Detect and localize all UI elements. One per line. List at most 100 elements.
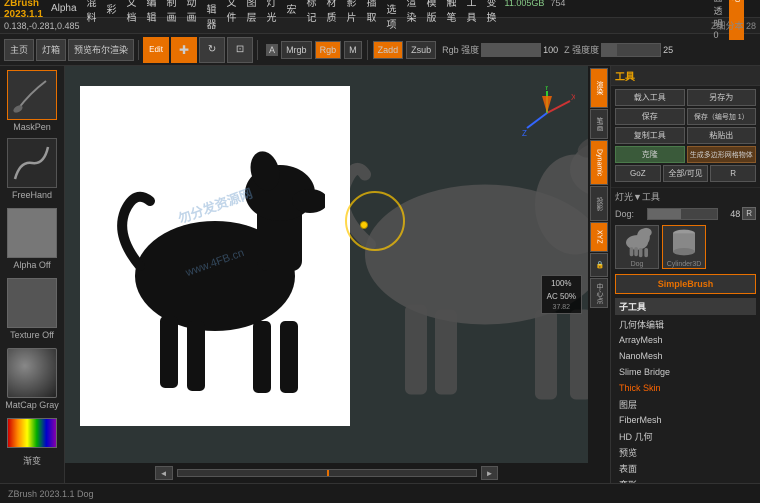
top-bar-item[interactable]: 图层 [245,0,259,24]
top-bar-item[interactable]: 触笔 [445,0,459,24]
zoom-50-btn[interactable]: AC 50% [546,291,577,302]
zadd-btn[interactable]: Zadd [373,41,404,59]
quicksave-btn[interactable]: QuickSave [664,0,708,40]
mrgb-btn[interactable]: Mrgb [281,41,312,59]
save-btn[interactable]: 保存 [615,108,685,125]
center-side-btn[interactable]: 中心点 [590,278,608,308]
top-bar-item[interactable]: 变换 [485,0,499,24]
hd-geo-item[interactable]: HD 几何 [615,428,756,444]
rgb-btn[interactable]: Rgb [315,41,342,59]
top-bar-item[interactable]: 模版 [425,0,439,24]
preview-item[interactable]: 预览 [615,444,756,460]
brush-label: MaskPen [13,122,51,132]
top-bar-item[interactable]: 灯光 [265,0,279,24]
generate-mesh-btn[interactable]: 生成多边形网格物体 [687,146,757,163]
lightbox-tab[interactable]: 灯箱 [36,39,66,61]
nano-mesh-item[interactable]: NanoMesh [615,348,756,364]
edit-icon[interactable]: Edit [143,37,169,63]
separator2 [257,40,258,60]
sep3 [367,40,368,60]
all-visible-btn[interactable]: 全部/可见 [663,165,709,182]
layers-item[interactable]: 图层 [615,396,756,412]
top-bar-item[interactable]: 宏 [285,1,299,16]
top-bar-item[interactable]: 编辑 [145,0,159,24]
stroke-side-btn[interactable]: 笔画 [590,109,608,139]
viewport-gizmo: X Y Z [520,86,575,141]
status-bar: ZBrush 2023.1.1 Dog [0,483,760,503]
cylinder-tool-thumb[interactable]: Cylinder3D [662,225,706,269]
stroke-selector[interactable]: FreeHand [3,138,61,200]
svg-text:Z: Z [522,129,527,138]
projection-side-btn[interactable]: 投影 [590,186,608,221]
timeline-bar[interactable] [177,469,477,477]
alpha-selector[interactable]: Alpha Off [3,208,61,270]
m-btn[interactable]: M [344,41,362,59]
center-viewport[interactable]: 勿分发资源网 www.4FB.cn [65,66,610,483]
stroke-preview[interactable] [7,138,57,188]
save-numbered-btn[interactable]: 保存（编号加 1） [687,108,757,125]
rgb-intensity-slider[interactable] [481,43,541,57]
zoom-100-btn[interactable]: 100% [546,278,577,289]
top-bar-item[interactable]: 编辑器 [205,0,219,31]
fiber-mesh-item[interactable]: FiberMesh [615,412,756,428]
scale-icon[interactable]: ⊡ [227,37,253,63]
save-as-btn[interactable]: 另存为 [687,89,757,106]
clone-btn[interactable]: 克隆 [615,146,685,163]
geo-edit-item[interactable]: 几何体编辑 [615,316,756,332]
r-btn-slider[interactable]: R [742,207,756,220]
dog-label: Dog: [615,209,645,219]
goz-btn[interactable]: GoZ [615,165,661,182]
subtool-header[interactable]: 子工具 [615,298,756,315]
zoom-indicator[interactable]: 100% AC 50% 37.82 [541,275,582,314]
thick-skin-item[interactable]: Thick Skin [615,380,756,396]
brush-preview[interactable] [7,70,57,120]
top-bar-item[interactable]: 彩 [105,1,119,16]
xyz-side-btn[interactable]: XYZ [590,222,608,252]
vp-btn-2[interactable]: ► [481,466,499,480]
dog-tool-thumb[interactable]: Dog [615,225,659,269]
top-bar-item[interactable]: 插取 [365,0,379,24]
top-bar-item[interactable]: 文档 [125,0,139,24]
preview-render-tab[interactable]: 预览布尔渲染 [68,39,134,61]
top-bar-item[interactable]: 文件 [225,0,239,24]
top-bar-item[interactable]: 标记 [305,0,319,24]
array-mesh-item[interactable]: ArrayMesh [615,332,756,348]
top-bar-item[interactable]: 混料 [85,0,99,24]
home-tab[interactable]: 主页 [4,39,34,61]
top-bar-item[interactable]: 渲染 [405,0,419,24]
deformation-item[interactable]: 变形 [615,476,756,483]
svg-text:X: X [571,93,575,102]
zsub-btn[interactable]: Zsub [406,41,436,59]
top-bar-item[interactable]: 制画 [165,0,179,24]
brush-selector[interactable]: MaskPen [3,70,61,132]
import-tool-btn[interactable]: 载入工具 [615,89,685,106]
matcap-preview[interactable] [7,348,57,398]
texture-preview[interactable] [7,278,57,328]
paste-tool-btn[interactable]: 粘贴出 [687,127,757,144]
matcap-selector[interactable]: MatCap Gray [3,348,61,410]
z-intensity-slider[interactable] [601,43,661,57]
move-icon[interactable]: ✚ [171,37,197,63]
surface-item[interactable]: 表面 [615,460,756,476]
top-bar-item[interactable]: 动画 [185,0,199,24]
alpha-preview[interactable] [7,208,57,258]
copy-tool-btn[interactable]: 复制工具 [615,127,685,144]
lock-side-btn[interactable]: 🔒 [590,253,608,277]
gradient-selector[interactable] [7,418,57,448]
dog-slider[interactable] [647,208,718,220]
top-bar-item[interactable]: 工具 [465,0,479,24]
top-bar-item[interactable]: 影片 [345,0,359,24]
free-mem: Free Mem 11.005GB [505,0,545,40]
render-side-btn[interactable]: 渲染 [590,68,608,108]
rotate-icon[interactable]: ↻ [199,37,225,63]
top-bar-item[interactable]: 材质 [325,0,339,24]
texture-selector[interactable]: Texture Off [3,278,61,340]
slime-bridge-item[interactable]: Slime Bridge [615,364,756,380]
simple-brush-btn[interactable]: SimpleBrush [615,274,756,294]
vp-btn-1[interactable]: ◄ [155,466,173,480]
top-bar-item[interactable]: Alpha [49,3,79,14]
rgb-intensity-value: 100 [543,45,558,55]
dynamic-side-btn[interactable]: Dynamic [590,140,608,185]
top-bar-item[interactable]: 首选项 [385,0,399,31]
r-btn-top[interactable]: R [710,165,756,182]
